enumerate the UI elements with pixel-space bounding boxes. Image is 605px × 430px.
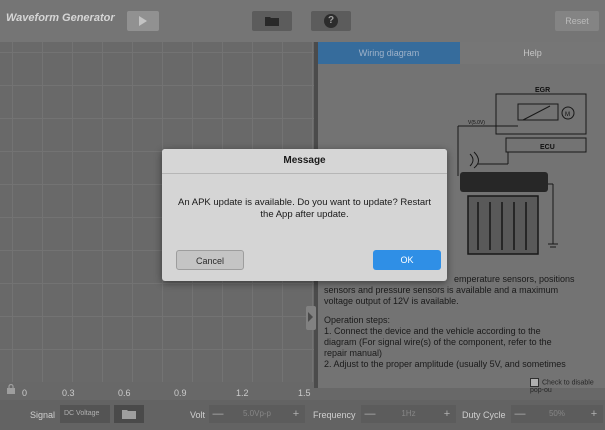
ok-button[interactable]: OK [373, 250, 441, 270]
dialog-title: Message [162, 149, 447, 174]
message-dialog: Message An APK update is available. Do y… [162, 149, 447, 281]
dialog-message: An APK update is available. Do you want … [178, 197, 431, 220]
cancel-button[interactable]: Cancel [176, 250, 244, 270]
